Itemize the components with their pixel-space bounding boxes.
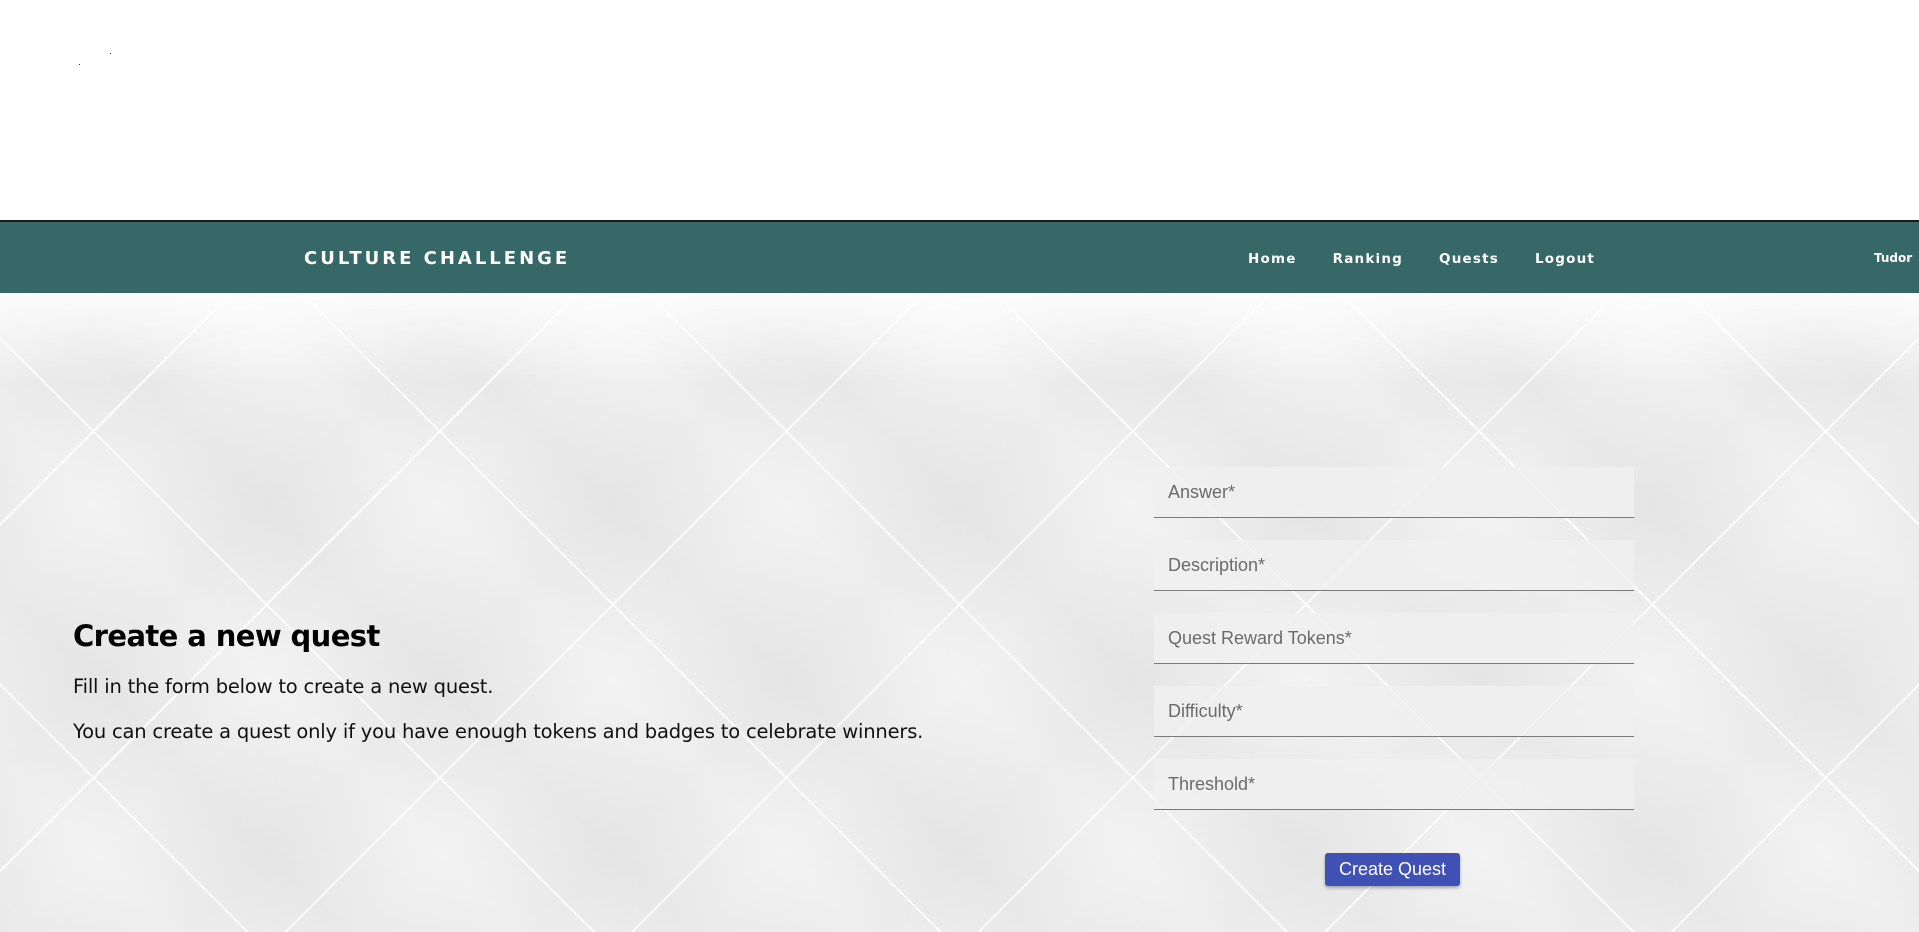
top-blank-area <box>0 0 1919 220</box>
reward-tokens-field-wrapper <box>1154 613 1634 664</box>
nav-link-ranking[interactable]: Ranking <box>1333 251 1403 267</box>
decorative-dot <box>110 53 111 54</box>
navbar: CULTURE CHALLENGE Home Ranking Quests Lo… <box>0 220 1919 293</box>
answer-field-wrapper <box>1154 467 1634 518</box>
answer-input[interactable] <box>1154 467 1634 517</box>
threshold-input[interactable] <box>1154 759 1634 809</box>
description-field-wrapper <box>1154 540 1634 591</box>
page-title: Create a new quest <box>73 619 380 653</box>
submit-wrapper: Create Quest <box>1325 853 1461 886</box>
intro-section: Create a new quest Fill in the form belo… <box>73 619 923 765</box>
create-quest-form <box>1154 467 1634 832</box>
intro-line-1: Fill in the form below to create a new q… <box>73 675 494 698</box>
difficulty-input[interactable] <box>1154 686 1634 736</box>
threshold-field-wrapper <box>1154 759 1634 810</box>
create-quest-button[interactable]: Create Quest <box>1325 853 1461 886</box>
quest-reward-tokens-input[interactable] <box>1154 613 1634 663</box>
difficulty-field-wrapper <box>1154 686 1634 737</box>
nav-link-home[interactable]: Home <box>1248 251 1297 267</box>
decorative-dot <box>79 64 80 65</box>
intro-line-2: You can create a quest only if you have … <box>73 720 924 743</box>
main-content: Create a new quest Fill in the form belo… <box>0 293 1919 932</box>
brand-logo[interactable]: CULTURE CHALLENGE <box>304 248 570 269</box>
nav-link-logout[interactable]: Logout <box>1535 251 1595 267</box>
user-name[interactable]: Tudor <box>1874 251 1919 265</box>
nav-link-quests[interactable]: Quests <box>1439 251 1499 267</box>
nav-links: Home Ranking Quests Logout <box>1248 251 1631 267</box>
description-input[interactable] <box>1154 540 1634 590</box>
